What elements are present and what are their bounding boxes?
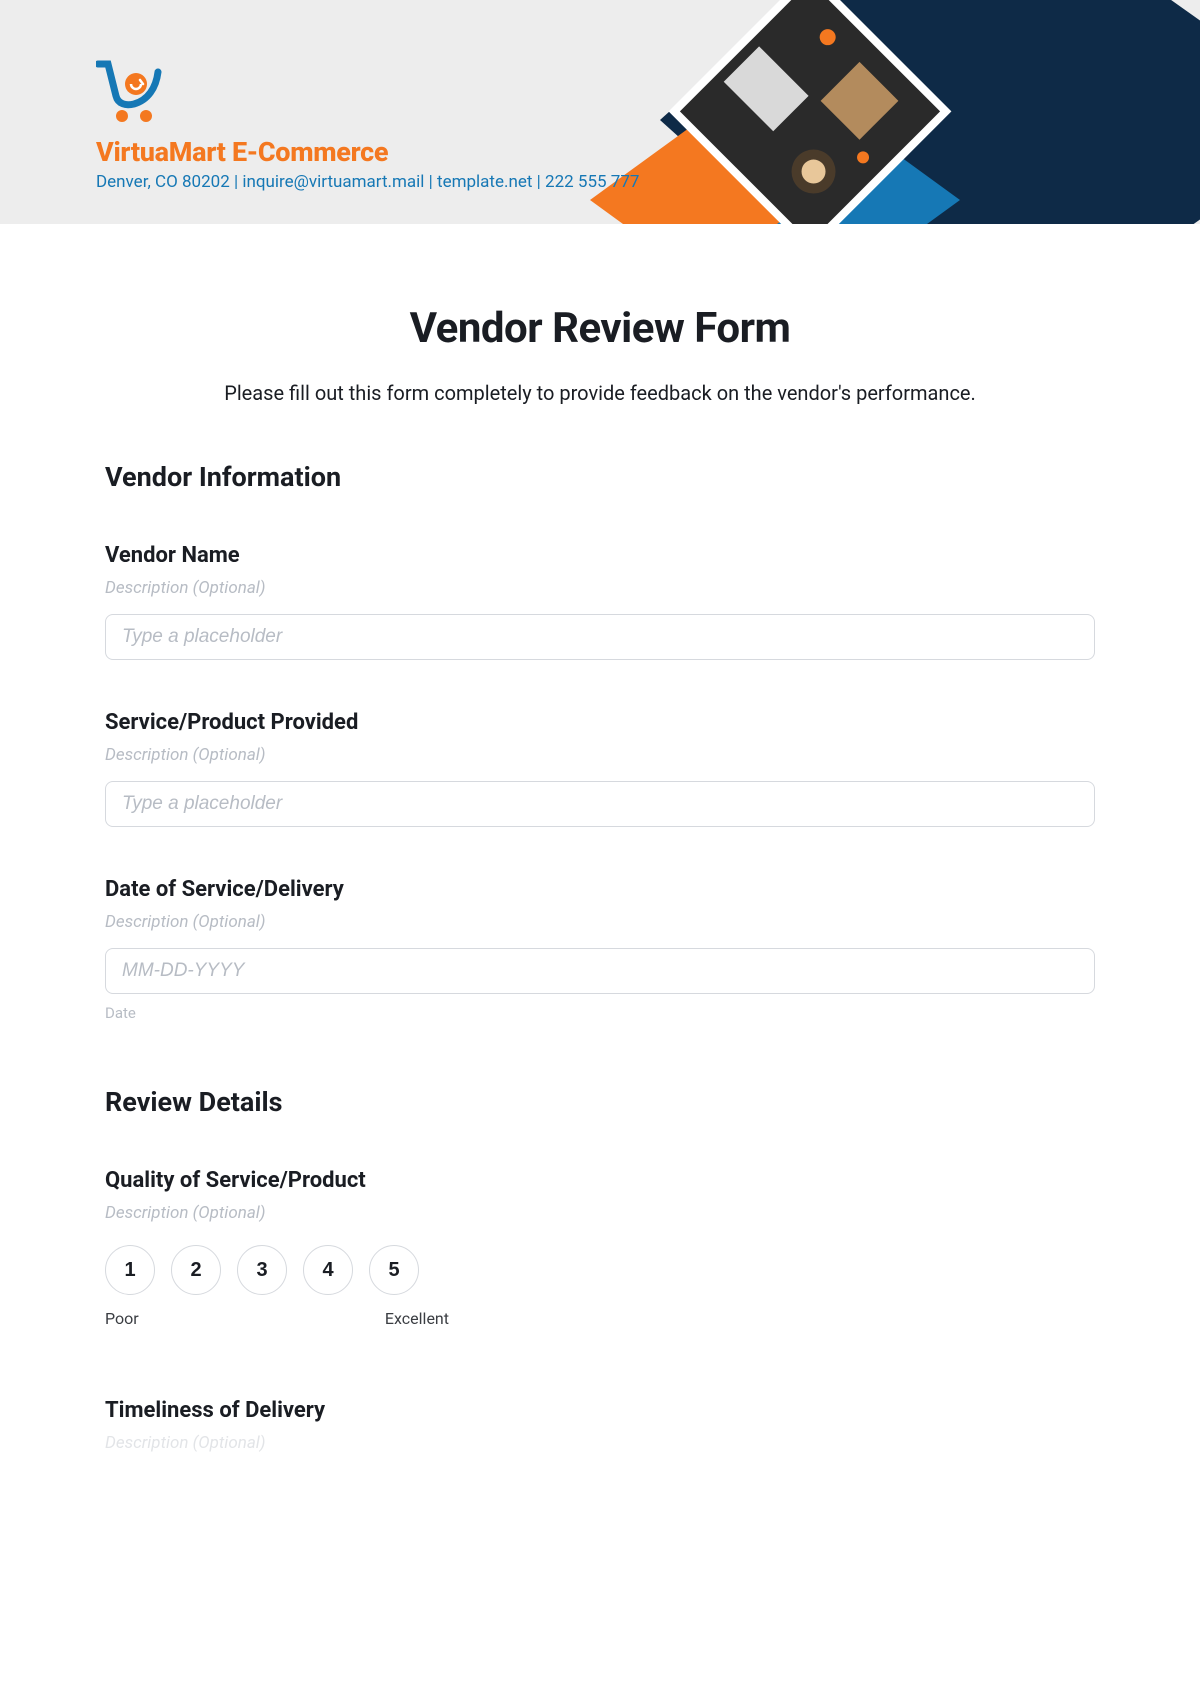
field-date-service: Date of Service/Delivery Description (Op… (105, 877, 1095, 1022)
section-review-details: Review Details (105, 1086, 1095, 1118)
form-title: Vendor Review Form (105, 304, 1095, 353)
service-product-label: Service/Product Provided (105, 710, 1095, 735)
form-intro: Please fill out this form completely to … (105, 381, 1095, 405)
date-service-input[interactable] (105, 948, 1095, 994)
rating-5-button[interactable]: 5 (369, 1245, 419, 1295)
quality-desc: Description (Optional) (105, 1203, 1095, 1223)
rating-4-button[interactable]: 4 (303, 1245, 353, 1295)
company-info-line: Denver, CO 80202 | inquire@virtuamart.ma… (96, 172, 639, 192)
form-main: Vendor Review Form Please fill out this … (0, 224, 1200, 1493)
vendor-name-label: Vendor Name (105, 543, 1095, 568)
rating-low-label: Poor (105, 1309, 139, 1328)
date-sublabel: Date (105, 1004, 1095, 1022)
header-decoration (580, 0, 1200, 224)
field-vendor-name: Vendor Name Description (Optional) (105, 543, 1095, 660)
rating-2-button[interactable]: 2 (171, 1245, 221, 1295)
quality-rating-labels: Poor Excellent (105, 1309, 419, 1328)
company-name: VirtuaMart E-Commerce (96, 136, 639, 168)
date-service-label: Date of Service/Delivery (105, 877, 1095, 902)
header: VirtuaMart E-Commerce Denver, CO 80202 |… (0, 0, 1200, 224)
field-service-product: Service/Product Provided Description (Op… (105, 710, 1095, 827)
rating-high-label: Excellent (385, 1309, 449, 1328)
timeliness-desc: Description (Optional) (105, 1433, 1095, 1453)
date-service-desc: Description (Optional) (105, 912, 1095, 932)
vendor-name-input[interactable] (105, 614, 1095, 660)
field-timeliness: Timeliness of Delivery Description (Opti… (105, 1398, 1095, 1453)
field-quality: Quality of Service/Product Description (… (105, 1168, 1095, 1328)
cart-logo-icon (96, 60, 170, 124)
quality-rating-row: 1 2 3 4 5 (105, 1245, 1095, 1295)
service-product-input[interactable] (105, 781, 1095, 827)
vendor-name-desc: Description (Optional) (105, 578, 1095, 598)
section-vendor-information: Vendor Information (105, 461, 1095, 493)
quality-label: Quality of Service/Product (105, 1168, 1095, 1193)
rating-3-button[interactable]: 3 (237, 1245, 287, 1295)
rating-1-button[interactable]: 1 (105, 1245, 155, 1295)
timeliness-label: Timeliness of Delivery (105, 1398, 1095, 1423)
service-product-desc: Description (Optional) (105, 745, 1095, 765)
